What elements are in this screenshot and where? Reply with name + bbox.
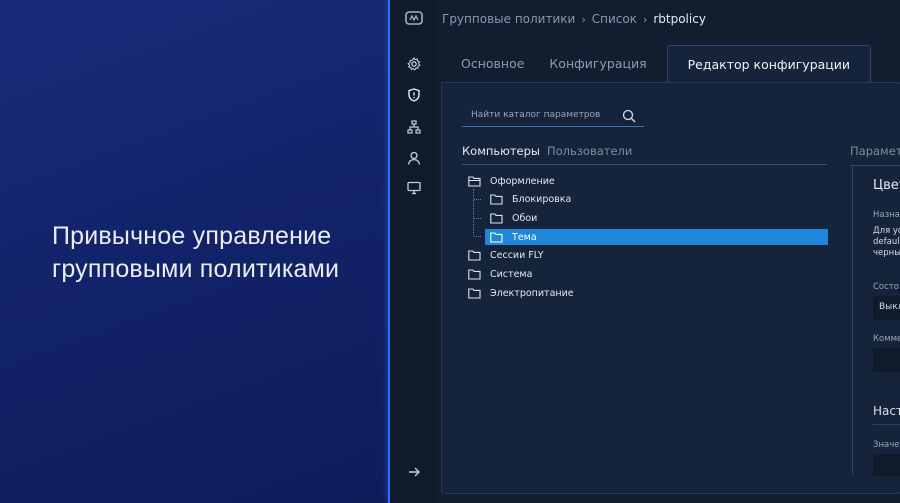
parameter-details-card: Цвет Назнач Для ус default черны Состо В… (852, 165, 900, 476)
tree-connector (474, 218, 481, 219)
tree-item-label: Тема (512, 231, 537, 243)
chevron-right-icon: › (581, 12, 586, 26)
tree-connector (474, 199, 481, 200)
tab-users[interactable]: Пользователи (547, 144, 632, 158)
folder-icon (468, 268, 481, 280)
breadcrumb: Групповые политики › Список › rbtpolicy (442, 10, 706, 28)
details-divider (873, 424, 900, 425)
tab-config-editor[interactable]: Редактор конфигурации (666, 45, 872, 83)
tab-main[interactable]: Основное (442, 45, 547, 83)
details-title: Цвет (873, 178, 900, 193)
tree-item-label: Электропитание (490, 287, 574, 299)
tree-item-power[interactable]: Электропитание (468, 285, 574, 301)
app-logo-icon[interactable] (405, 10, 423, 26)
breadcrumb-list[interactable]: Список (592, 12, 637, 26)
search-icon[interactable] (622, 108, 636, 122)
tab-configuration[interactable]: Конфигурация (547, 45, 666, 83)
tab-bar: Основное Конфигурация Редактор конфигура… (442, 45, 872, 83)
tree-connector (474, 236, 481, 237)
details-comment-label: Комме (873, 334, 900, 344)
folder-icon (490, 212, 503, 224)
settings-icon[interactable] (407, 57, 421, 71)
tree-item-label: Сессии FLY (490, 249, 544, 261)
tree-item-system[interactable]: Система (468, 266, 532, 282)
tree-item-label: Блокировка (512, 193, 572, 205)
tree-item-theme[interactable]: Тема (485, 229, 828, 245)
comment-field[interactable] (873, 348, 900, 372)
chevron-right-icon: › (642, 12, 648, 26)
state-select[interactable]: Выкл (873, 296, 900, 320)
tree-connector (473, 189, 474, 235)
promo-headline-line1: Привычное управление (52, 221, 332, 250)
folder-icon (468, 287, 481, 299)
editor-panel: Компьютеры Пользователи Парамет Оформлен… (441, 82, 900, 494)
tree-item-appearance[interactable]: Оформление (468, 173, 555, 189)
details-description-line1: Для ус (873, 226, 900, 236)
tree-item-lock[interactable]: Блокировка (490, 191, 571, 207)
search-input[interactable] (462, 109, 622, 120)
shield-icon[interactable] (407, 88, 421, 102)
folder-icon (468, 249, 481, 261)
promo-headline-line2: групповыми политиками (52, 254, 340, 283)
monitor-icon[interactable] (407, 181, 421, 195)
details-settings-section: Наст (873, 404, 900, 418)
user-icon[interactable] (407, 151, 421, 165)
details-description-line3: черны (873, 248, 900, 258)
tab-computers[interactable]: Компьютеры (462, 144, 540, 158)
details-description-line2: default (873, 237, 900, 247)
search-box (462, 103, 644, 127)
details-state-label: Состо (873, 282, 899, 292)
breadcrumb-current: rbtpolicy (653, 12, 706, 26)
tree-item-label: Обои (512, 212, 538, 224)
tree-item-fly-sessions[interactable]: Сессии FLY (468, 247, 544, 263)
details-value-label: Значен (873, 440, 900, 450)
breadcrumb-group-policies[interactable]: Групповые политики (442, 12, 575, 26)
promo-headline: Привычное управление групповыми политика… (52, 220, 339, 286)
tree-item-label: Оформление (490, 175, 555, 187)
promo-panel: Привычное управление групповыми политика… (0, 0, 389, 503)
hierarchy-icon[interactable] (407, 120, 421, 134)
nav-rail (390, 0, 436, 503)
app-window: Групповые политики › Список › rbtpolicy … (390, 0, 900, 503)
scope-tabs: Компьютеры Пользователи (462, 143, 827, 165)
value-field[interactable] (873, 454, 900, 476)
folder-open-icon (468, 175, 481, 187)
details-purpose-label: Назнач (873, 210, 900, 220)
tree-item-label: Система (490, 268, 533, 280)
folder-icon (490, 193, 503, 205)
parameters-title: Парамет (850, 144, 900, 158)
folder-icon (490, 231, 503, 243)
arrow-right-icon[interactable] (407, 465, 421, 479)
tree-item-wallpaper[interactable]: Обои (490, 210, 537, 226)
